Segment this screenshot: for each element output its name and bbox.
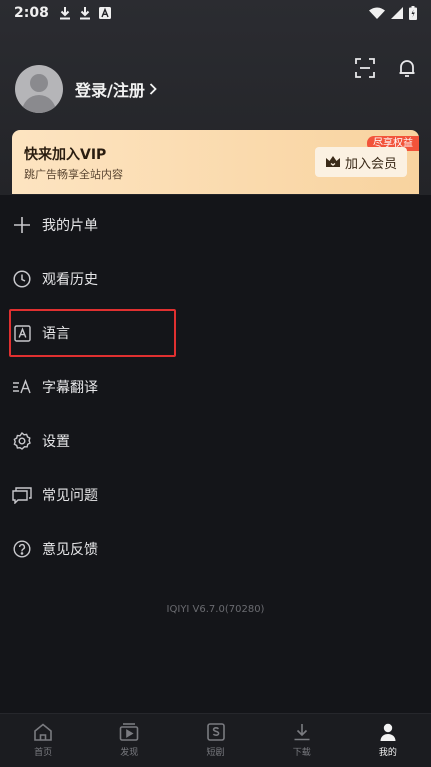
app-version: IQIYI V6.7.0(70280) — [166, 604, 265, 615]
status-time: 2:08 — [14, 5, 49, 21]
nav-download[interactable]: 下载 — [259, 714, 345, 767]
bottom-navigation: 首页 发现 短剧 下载 我的 — [0, 713, 431, 767]
download-icon — [59, 6, 71, 20]
a-box-icon — [98, 7, 111, 19]
subtitle-icon — [12, 377, 32, 397]
nav-label: 首页 — [34, 748, 53, 758]
vip-subtitle: 跳广告畅享全站内容 — [24, 168, 123, 181]
language-icon — [12, 323, 32, 343]
nav-discover[interactable]: 发现 — [86, 714, 172, 767]
login-label: 登录/注册 — [75, 81, 145, 100]
status-bar: 2:08 — [0, 0, 431, 26]
header-actions — [353, 56, 419, 80]
avatar-head — [30, 74, 48, 92]
vip-banner[interactable]: 快来加入VIP 跳广告畅享全站内容 尽享权益 加入会员 — [12, 130, 419, 194]
short-drama-icon — [206, 723, 225, 741]
menu-item-my-list[interactable]: 我的片单 — [0, 198, 431, 252]
chat-icon — [12, 485, 32, 505]
login-register-link[interactable]: 登录/注册 — [75, 77, 157, 101]
menu-item-label: 我的片单 — [42, 218, 98, 234]
settings-menu: 我的片单 观看历史 语言 字幕翻译 设置 常见问题 意见反馈 — [0, 198, 431, 576]
play-box-icon — [119, 723, 139, 741]
avatar[interactable] — [15, 65, 63, 113]
chevron-right-icon — [149, 83, 157, 95]
nav-label: 短剧 — [206, 748, 225, 758]
profile-row: 登录/注册 — [15, 65, 157, 113]
bell-icon — [397, 58, 417, 78]
user-icon — [379, 723, 397, 741]
question-icon — [12, 539, 32, 559]
download-icon — [79, 6, 91, 20]
plus-icon — [12, 215, 32, 235]
scan-icon — [355, 58, 375, 78]
menu-item-language[interactable]: 语言 — [0, 306, 431, 360]
scan-button[interactable] — [353, 56, 377, 80]
menu-item-label: 字幕翻译 — [42, 380, 98, 396]
menu-item-watch-history[interactable]: 观看历史 — [0, 252, 431, 306]
join-vip-label: 加入会员 — [344, 156, 397, 172]
clock-icon — [12, 269, 32, 289]
nav-label: 发现 — [120, 748, 139, 758]
wifi-icon — [369, 7, 385, 19]
vip-title: 快来加入VIP — [24, 147, 107, 163]
nav-home[interactable]: 首页 — [0, 714, 86, 767]
notification-button[interactable] — [395, 56, 419, 80]
crown-icon — [325, 155, 341, 169]
nav-label: 我的 — [378, 748, 397, 758]
signal-icon — [391, 7, 403, 19]
nav-short-drama[interactable]: 短剧 — [172, 714, 258, 767]
battery-icon — [409, 6, 417, 20]
menu-item-label: 语言 — [42, 326, 70, 342]
menu-item-faq[interactable]: 常见问题 — [0, 468, 431, 522]
gear-icon — [12, 431, 32, 451]
menu-item-feedback[interactable]: 意见反馈 — [0, 522, 431, 576]
menu-item-label: 意见反馈 — [42, 542, 98, 558]
avatar-body — [22, 95, 56, 113]
menu-item-label: 设置 — [42, 434, 70, 450]
nav-me[interactable]: 我的 — [345, 714, 431, 767]
menu-item-subtitle-translation[interactable]: 字幕翻译 — [0, 360, 431, 414]
menu-item-settings[interactable]: 设置 — [0, 414, 431, 468]
download-icon — [293, 723, 311, 741]
join-vip-button[interactable]: 加入会员 — [315, 147, 407, 177]
menu-item-label: 观看历史 — [42, 272, 98, 288]
home-icon — [33, 723, 53, 741]
menu-item-label: 常见问题 — [42, 488, 98, 504]
nav-label: 下载 — [292, 748, 311, 758]
